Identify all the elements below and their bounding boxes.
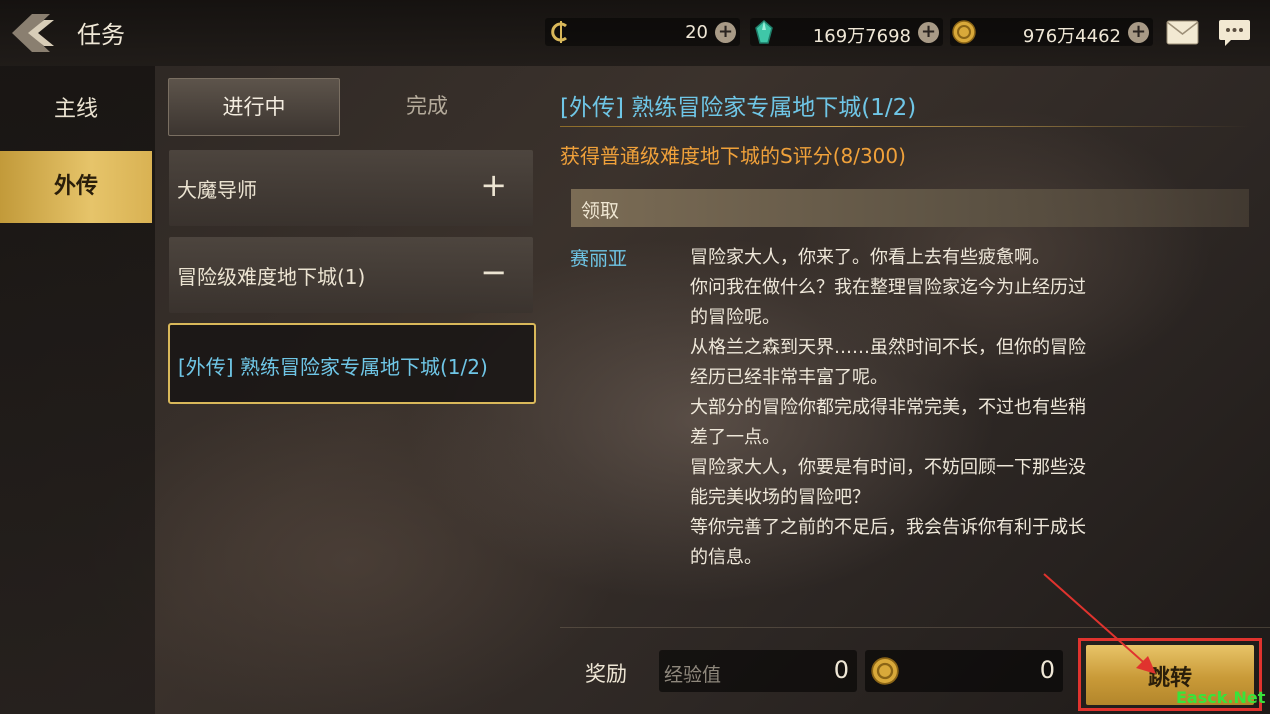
chat-button[interactable] <box>1218 18 1251 52</box>
watermark: Easck.Net <box>1176 688 1266 707</box>
quest-item-label: [外传] 熟练冒险家专属地下城(1/2) <box>178 355 488 379</box>
claim-bar[interactable]: 领取 <box>571 189 1249 227</box>
sidebar-item-side-story[interactable]: 外传 <box>0 151 152 223</box>
pointer-arrow-icon <box>1043 573 1156 674</box>
currency-gold: 976万4462 + <box>950 18 1153 47</box>
c-coin-icon <box>551 21 567 43</box>
quest-category-label: 大魔导师 <box>177 178 257 202</box>
tab-label: 完成 <box>406 94 448 118</box>
category-sidebar: 主线 外传 <box>0 66 155 714</box>
tab-in-progress[interactable]: 进行中 <box>168 78 340 136</box>
gold-coin-icon <box>952 20 976 44</box>
quest-category-label: 冒险级难度地下城(1) <box>177 265 366 289</box>
reward-exp-name: 经验值 <box>664 664 722 686</box>
gold-coin-icon <box>871 657 899 685</box>
expand-icon: + <box>480 166 507 204</box>
collapse-icon: − <box>480 253 507 291</box>
npc-speaker-name: 赛丽亚 <box>570 248 628 270</box>
quest-category-great-mage[interactable]: 大魔导师 + <box>169 150 533 226</box>
sidebar-item-label: 主线 <box>53 97 98 122</box>
chat-icon <box>1219 20 1250 46</box>
add-c-coin-button[interactable]: + <box>715 22 736 43</box>
tab-completed[interactable]: 完成 <box>342 78 512 134</box>
mail-icon <box>1166 20 1199 45</box>
currency-value: 20 <box>685 22 708 43</box>
sidebar-item-main[interactable]: 主线 <box>0 74 152 146</box>
top-bar: 任务 20 + 169万7698 + 976万4462 + <box>0 0 1270 66</box>
tab-label: 进行中 <box>222 95 286 119</box>
back-arrow-icon <box>12 14 54 52</box>
reward-label: 奖励 <box>585 662 627 686</box>
quest-category-adventure-dungeon[interactable]: 冒险级难度地下城(1) − <box>169 237 533 313</box>
npc-dialogue: 冒险家大人，你来了。你看上去有些疲惫啊。 你问我在做什么？我在整理冒险家迄今为止… <box>690 247 1086 568</box>
crystal-icon <box>755 20 773 44</box>
back-button[interactable] <box>10 12 65 54</box>
sidebar-item-label: 外传 <box>53 174 98 199</box>
claim-label: 领取 <box>581 200 620 222</box>
currency-value: 169万7698 <box>812 26 911 47</box>
reward-exp: 经验值 0 <box>659 650 857 692</box>
quest-detail-title: [外传] 熟练冒险家专属地下城(1/2) <box>560 95 917 121</box>
quest-item-selected[interactable]: [外传] 熟练冒险家专属地下城(1/2) <box>168 323 536 404</box>
reward-exp-value: 0 <box>833 656 849 684</box>
currency-c-coin: 20 + <box>545 18 740 46</box>
reward-gold: 0 <box>865 650 1063 692</box>
add-gold-button[interactable]: + <box>1128 22 1149 43</box>
currency-crystal: 169万7698 + <box>750 18 943 47</box>
divider <box>560 126 1250 127</box>
currency-value: 976万4462 <box>1022 26 1121 47</box>
page-title: 任务 <box>77 21 125 49</box>
mail-button[interactable] <box>1166 20 1199 49</box>
add-crystal-button[interactable]: + <box>918 22 939 43</box>
quest-objective: 获得普通级难度地下城的S评分(8/300) <box>560 144 906 168</box>
